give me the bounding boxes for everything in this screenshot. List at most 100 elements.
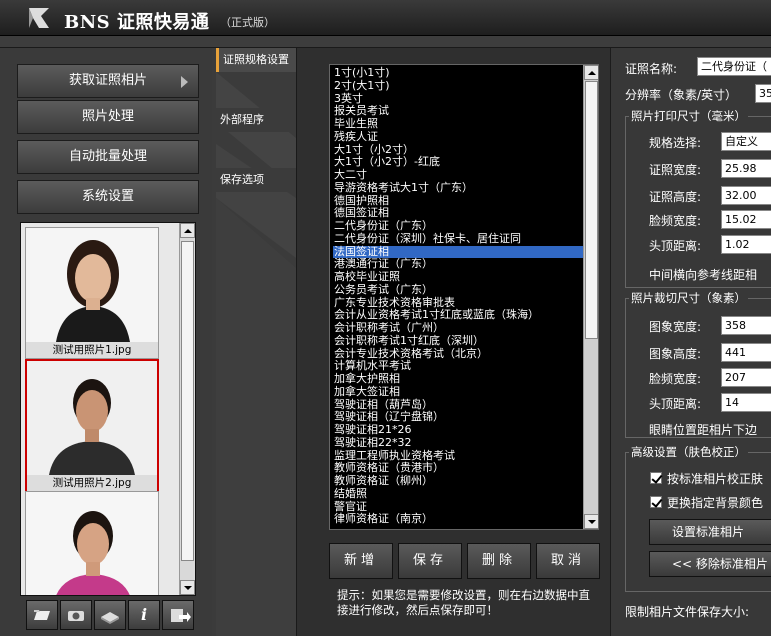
title-bar: BNS 证照快易通 （正式版）	[0, 0, 771, 36]
tab-save-options[interactable]: 保存选项	[216, 168, 300, 192]
photo-thumbnail[interactable]	[25, 491, 159, 595]
spec-item[interactable]: 导游资格考试大1寸（广东）	[333, 181, 598, 195]
add-button[interactable]: 新增	[329, 543, 393, 579]
image-width-field[interactable]: 358	[721, 316, 771, 335]
spec-detail-panel: 证照名称: 二代身份证（ 分辨率（象素/英寸） 35 照片打印尺寸（毫米） 规格…	[610, 48, 771, 636]
batch-process-button[interactable]: 自动批量处理	[17, 140, 199, 174]
spec-item[interactable]: 二代身份证（广东）	[333, 219, 598, 233]
face-width-label: 脸频宽度:	[649, 214, 702, 228]
save-button[interactable]: 保存	[398, 543, 462, 579]
spec-list-scrollbar[interactable]	[583, 65, 598, 529]
dpi-field[interactable]: 35	[755, 84, 771, 103]
scroll-thumb[interactable]	[585, 81, 598, 339]
tab-external-program[interactable]: 外部程序	[216, 108, 300, 132]
tab-decoration	[216, 72, 296, 636]
hint-text: 提示：如果您是需要修改设置，则在右边数据中直接进行修改，然后点保存即可！	[337, 588, 590, 617]
spec-item[interactable]: 加拿大签证相	[333, 385, 598, 399]
export-icon[interactable]	[162, 600, 194, 630]
spec-item[interactable]: 加拿大护照相	[333, 372, 598, 386]
midline-label: 中间横向参考线距相	[649, 268, 758, 282]
scroll-down-icon[interactable]	[180, 580, 195, 595]
crop-face-label: 脸频宽度:	[649, 372, 702, 386]
photo-image	[26, 228, 158, 342]
info-icon[interactable]: i	[128, 600, 160, 630]
tab-spec-settings[interactable]: 证照规格设置	[216, 48, 300, 72]
spec-item[interactable]: 二代身份证（深圳）社保卡、居住证同	[333, 232, 598, 246]
replace-bg-label: 更换指定背景颜色	[667, 496, 764, 510]
spec-item[interactable]: 教师资格证（柳州）	[333, 474, 598, 488]
top-band	[0, 36, 771, 48]
arrow-right-icon	[181, 76, 188, 88]
head-distance-label: 头顶距离:	[649, 239, 702, 253]
spec-item[interactable]: 结婚照	[333, 487, 598, 501]
delete-button[interactable]: 删除	[467, 543, 531, 579]
set-standard-photo-button[interactable]: 设置标准相片	[649, 519, 771, 545]
scroll-up-icon[interactable]	[180, 223, 195, 238]
scroll-up-icon[interactable]	[584, 65, 598, 80]
image-height-label: 图象高度:	[649, 347, 702, 361]
replace-bg-checkbox[interactable]	[650, 496, 662, 508]
app-logo-icon	[29, 8, 49, 28]
photo-image	[26, 492, 158, 595]
spec-list: 1寸(小1寸) 2寸(大1寸) 3英寸 报关员考试 毕业生照 残疾人证 大1寸（小2寸） 大1…	[330, 65, 598, 526]
spec-item[interactable]: 公务员考试（广东）	[333, 283, 598, 297]
photo-thumbnail-selected[interactable]: 测试用照片2.jpg	[25, 359, 159, 493]
camera-icon[interactable]	[60, 600, 92, 630]
thumbnail-scrollbar[interactable]	[179, 223, 195, 595]
eye-position-label: 眼睛位置距相片下边	[649, 423, 758, 437]
spec-item[interactable]: 高校毕业证照	[333, 270, 598, 284]
spec-item[interactable]: 会计职称考试（广州）	[333, 321, 598, 335]
toolbar: i	[20, 600, 196, 632]
spec-item[interactable]: 大二寸	[333, 168, 598, 182]
scroll-thumb[interactable]	[181, 241, 194, 561]
photo-thumbnail[interactable]: 测试用照片1.jpg	[25, 227, 159, 359]
spec-item[interactable]: 残疾人证	[333, 130, 598, 144]
spec-item[interactable]: 律师资格证（南京）	[333, 512, 598, 526]
spec-listbox[interactable]: 1寸(小1寸) 2寸(大1寸) 3英寸 报关员考试 毕业生照 残疾人证 大1寸（小2寸） 大1…	[329, 64, 599, 530]
photo-process-button[interactable]: 照片处理	[17, 100, 199, 134]
photo-image	[27, 361, 157, 475]
image-width-label: 图象宽度:	[649, 320, 702, 334]
app-title: BNS 证照快易通	[64, 12, 210, 33]
name-field[interactable]: 二代身份证（	[697, 57, 771, 76]
remove-standard-photo-button[interactable]: << 移除标准相片	[649, 551, 771, 577]
spec-item[interactable]: 毕业生照	[333, 117, 598, 131]
correct-skin-checkbox[interactable]	[650, 472, 662, 484]
scanner-icon[interactable]	[94, 600, 126, 630]
get-photo-label: 获取证照相片	[68, 73, 147, 88]
crop-face-field[interactable]: 207	[721, 368, 771, 387]
spec-select-dropdown[interactable]: 自定义	[721, 132, 771, 151]
head-distance-field[interactable]: 1.02	[721, 235, 771, 254]
crop-size-title: 照片裁切尺寸（象素）	[629, 290, 748, 306]
print-size-title: 照片打印尺寸（毫米）	[629, 108, 748, 124]
correct-skin-label: 按标准相片校正肤	[667, 472, 764, 486]
spec-item[interactable]: 1寸(小1寸)	[333, 66, 598, 80]
spec-item[interactable]: 2寸(大1寸)	[333, 79, 598, 93]
spec-item[interactable]: 驾驶证相22*32	[333, 436, 598, 450]
settings-tabs: 证照规格设置 外部程序 保存选项	[212, 48, 300, 636]
spec-item[interactable]: 会计职称考试1寸红底（深圳）	[333, 334, 598, 348]
width-label: 证照宽度:	[649, 163, 702, 177]
size-limit-label: 限制相片文件保存大小:	[625, 605, 750, 619]
photo-caption: 测试用照片1.jpg	[26, 342, 158, 358]
name-label: 证照名称:	[625, 62, 678, 76]
photo-thumbnail-list[interactable]: 测试用照片1.jpg 测试用照片2.jpg	[20, 222, 196, 596]
width-field[interactable]: 25.98	[721, 159, 771, 178]
crop-head-field[interactable]: 14	[721, 393, 771, 412]
get-photo-button[interactable]: 获取证照相片	[17, 64, 199, 98]
system-settings-button[interactable]: 系统设置	[17, 180, 199, 214]
scroll-down-icon[interactable]	[584, 514, 598, 529]
image-height-field[interactable]: 441	[721, 343, 771, 362]
photo-caption: 测试用照片2.jpg	[27, 475, 157, 491]
app-window: BNS 证照快易通 （正式版） 获取证照相片 照片处理 自动批量处理 系统设置	[0, 0, 771, 636]
spec-select-label: 规格选择:	[649, 136, 702, 150]
face-width-field[interactable]: 15.02	[721, 210, 771, 229]
advanced-title: 高级设置（肤色校正）	[629, 444, 748, 460]
height-field[interactable]: 32.00	[721, 186, 771, 205]
folder-icon[interactable]	[26, 600, 58, 630]
spec-item[interactable]: 驾驶证相21*26	[333, 423, 598, 437]
app-edition: （正式版）	[220, 16, 275, 29]
crop-head-label: 头顶距离:	[649, 397, 702, 411]
spec-item[interactable]: 大1寸（小2寸）-红底	[333, 155, 598, 169]
cancel-button[interactable]: 取消	[536, 543, 600, 579]
